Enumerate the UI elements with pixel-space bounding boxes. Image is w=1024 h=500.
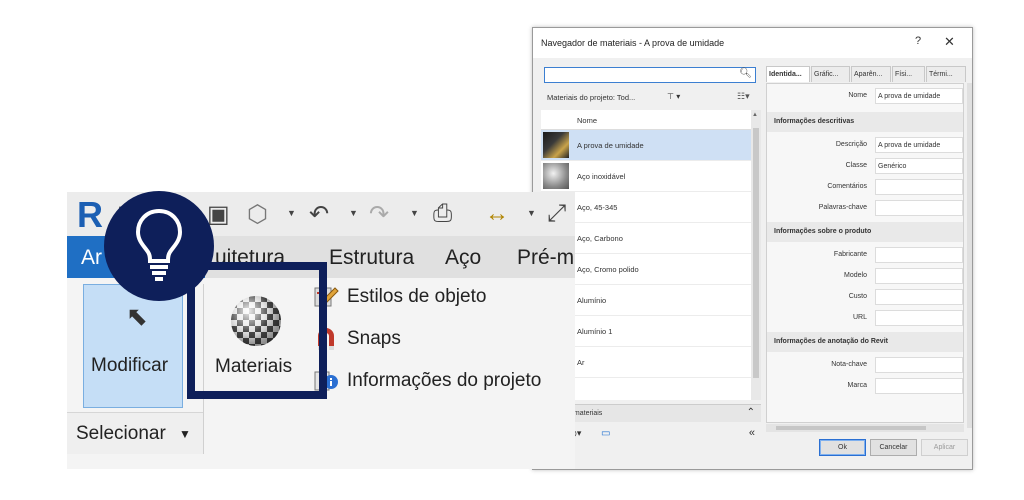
collapse-up-icon[interactable]: ⌃ [747, 407, 755, 418]
keywords-field[interactable] [875, 200, 963, 216]
cost-row: Custo [767, 288, 963, 306]
url-row: URL [767, 309, 963, 327]
list-item[interactable]: A prova de umidade [541, 130, 751, 161]
keywords-row: Palavras-chave [767, 199, 963, 217]
material-thumbnail [543, 163, 569, 189]
chevron-down-icon[interactable]: ▼ [349, 208, 358, 218]
dialog-title-bar: Navegador de materiais - A prova de umid… [533, 28, 972, 58]
keynote-field[interactable] [875, 357, 963, 373]
name-field[interactable]: A prova de umidade [875, 88, 963, 104]
lightbulb-icon [135, 208, 183, 281]
material-thumbnail [543, 132, 569, 158]
view-options-icon[interactable]: ☷▾ [737, 91, 750, 102]
select-dropdown[interactable]: Selecionar ▼ [67, 412, 203, 454]
scroll-up-icon[interactable]: ▲ [752, 112, 758, 118]
mark-row: Marca [767, 377, 963, 395]
collapse-left-icon[interactable]: « [749, 427, 755, 439]
measure-icon[interactable]: ↔ [485, 200, 509, 228]
help-icon[interactable]: ? [915, 35, 921, 47]
url-field[interactable] [875, 310, 963, 326]
comments-row: Comentários [767, 178, 963, 196]
asset-browser-icon[interactable]: ▭ [601, 428, 610, 439]
tab-graphics[interactable]: Gráfic... [811, 66, 850, 82]
tab-aco[interactable]: Aço [445, 246, 481, 270]
tab-pre-moldado[interactable]: Pré-m [517, 246, 574, 270]
close-icon[interactable]: ✕ [944, 34, 955, 50]
ok-button[interactable]: Ok [819, 439, 866, 456]
search-icon: 🔍︎ [739, 68, 752, 79]
section-annotation[interactable]: Informações de anotação do Revit [767, 332, 963, 352]
manufacturer-row: Fabricante [767, 246, 963, 264]
cost-field[interactable] [875, 289, 963, 305]
section-product[interactable]: Informações sobre o produto [767, 222, 963, 242]
chevron-down-icon[interactable]: ▼ [527, 208, 536, 218]
pane-scrollbar[interactable] [967, 83, 972, 428]
list-item[interactable]: Aço inoxidável [541, 161, 751, 192]
scroll-thumb[interactable] [753, 128, 759, 378]
comments-field[interactable] [875, 179, 963, 195]
filter-icon[interactable]: ⊤ ▾ [667, 92, 680, 101]
tip-badge [104, 191, 214, 301]
project-info-button[interactable]: Informações do projeto [313, 368, 575, 398]
modify-button[interactable]: ⬉ Modificar [83, 284, 183, 408]
tab-appearance[interactable]: Aparên... [851, 66, 891, 82]
cursor-arrow-icon: ⬉ [126, 301, 148, 331]
chevron-down-icon: ▼ [179, 427, 191, 441]
redo-icon[interactable]: ↷ [369, 200, 389, 229]
chevron-down-icon[interactable]: ▼ [287, 208, 296, 218]
horizontal-scrollbar[interactable] [766, 424, 964, 432]
tab-thermal[interactable]: Térmi... [926, 66, 966, 82]
library-label[interactable]: Materiais do projeto: Tod... [547, 93, 635, 102]
cancel-button[interactable]: Cancelar [870, 439, 917, 456]
dialog-title: Navegador de materiais - A prova de umid… [541, 38, 725, 48]
class-row: Classe Genérico [767, 157, 963, 175]
manufacturer-field[interactable] [875, 247, 963, 263]
list-header: Nome [541, 110, 751, 130]
class-field[interactable]: Genérico [875, 158, 963, 174]
library-bar: Materiais do projeto: Tod... ⊤ ▾ ☷▾ [541, 90, 761, 106]
undo-icon[interactable]: ↶ [309, 200, 329, 229]
tab-identity[interactable]: Identida... [766, 66, 810, 82]
snaps-button[interactable]: Snaps [313, 326, 575, 356]
object-styles-button[interactable]: Estilos de objeto [313, 284, 575, 314]
identity-pane: Nome A prova de umidade Informações desc… [766, 83, 964, 423]
revit-logo[interactable]: R [77, 194, 103, 236]
sync-icon[interactable]: ⬡ [247, 200, 268, 229]
name-row: Nome A prova de umidade [767, 87, 963, 105]
model-row: Modelo [767, 267, 963, 285]
section-descriptive[interactable]: Informações descritivas [767, 112, 963, 132]
dimension-icon[interactable]: ⤢ [547, 200, 566, 228]
tab-estrutura[interactable]: Estrutura [329, 246, 414, 270]
search-input[interactable]: 🔍︎ [544, 67, 756, 83]
material-browser-dialog: Navegador de materiais - A prova de umid… [532, 27, 973, 470]
description-field[interactable]: A prova de umidade [875, 137, 963, 153]
keynote-row: Nota-chave [767, 356, 963, 374]
scroll-thumb[interactable] [776, 426, 926, 430]
description-row: Descrição A prova de umidade [767, 136, 963, 154]
model-field[interactable] [875, 268, 963, 284]
editor-tabs: Identida... Gráfic... Aparên... Físi... … [766, 66, 966, 82]
chevron-down-icon[interactable]: ▼ [410, 208, 419, 218]
mark-field[interactable] [875, 378, 963, 394]
print-icon[interactable]: ⎙ [433, 200, 452, 228]
list-scrollbar[interactable]: ▲ [751, 110, 761, 400]
tab-physical[interactable]: Físi... [892, 66, 925, 82]
apply-button[interactable]: Aplicar [921, 439, 968, 456]
